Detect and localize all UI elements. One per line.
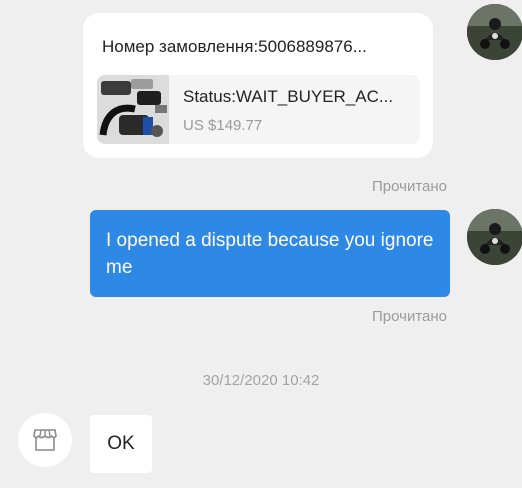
order-price: US $149.77	[183, 117, 263, 134]
user-avatar-motorcycle-icon	[467, 4, 522, 60]
read-receipt: Прочитано	[372, 178, 447, 195]
outgoing-message-bubble[interactable]: I opened a dispute because you ignore me	[90, 210, 450, 297]
shop-avatar[interactable]	[18, 413, 72, 467]
order-card[interactable]: Номер замовлення:5006889876... Status:WA…	[83, 13, 433, 158]
message-timestamp: 30/12/2020 10:42	[202, 372, 320, 389]
order-item[interactable]: Status:WAIT_BUYER_AC... US $149.77	[97, 75, 420, 144]
shop-icon	[33, 429, 57, 451]
incoming-message-bubble[interactable]: OK	[90, 415, 152, 473]
order-number: Номер замовлення:5006889876...	[102, 37, 367, 56]
user-avatar[interactable]	[467, 209, 522, 265]
user-avatar[interactable]	[467, 4, 522, 60]
order-status: Status:WAIT_BUYER_AC...	[183, 87, 394, 106]
chat-screen: Номер замовлення:5006889876... Status:WA…	[0, 0, 522, 488]
read-receipt: Прочитано	[372, 308, 447, 325]
product-thumbnail	[97, 75, 169, 144]
user-avatar-motorcycle-icon	[467, 209, 522, 265]
